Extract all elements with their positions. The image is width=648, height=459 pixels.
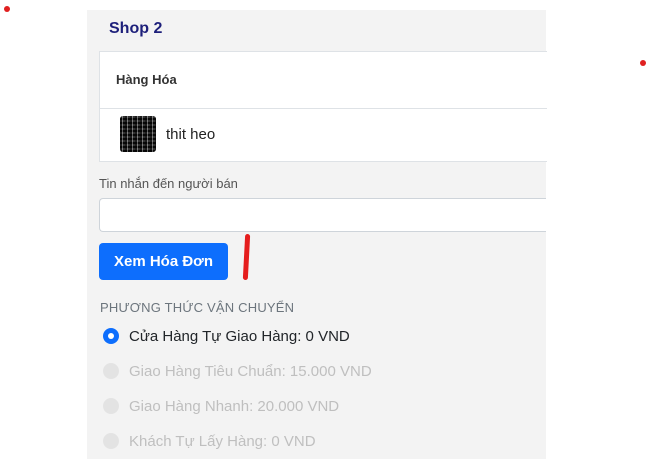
row-divider [100, 108, 547, 109]
message-label: Tin nhắn đến người bán [99, 176, 238, 191]
radio-disabled-icon [103, 433, 119, 449]
shipping-option-label: Khách Tự Lấy Hàng: 0 VND [129, 432, 316, 450]
product-name: thit heo [166, 126, 216, 143]
radio-disabled-icon [103, 363, 119, 379]
shipping-option-label: Giao Hàng Nhanh: 20.000 VND [129, 397, 340, 415]
shop-name: Shop 2 [109, 20, 163, 37]
shipping-option-store-delivery[interactable]: Cửa Hàng Tự Giao Hàng: 0 VND [103, 325, 350, 347]
view-invoice-button[interactable]: Xem Hóa Đơn [99, 243, 228, 280]
product-thumbnail-icon [120, 116, 156, 152]
radio-disabled-icon [103, 398, 119, 414]
product-table: Hàng Hóa thit heo [99, 51, 547, 162]
shipping-option-express: Giao Hàng Nhanh: 20.000 VND [103, 395, 339, 417]
shipping-option-label: Cửa Hàng Tự Giao Hàng: 0 VND [129, 327, 350, 345]
shipping-heading: PHƯƠNG THỨC VẬN CHUYỂN [100, 300, 295, 315]
shipping-option-pickup: Khách Tự Lấy Hàng: 0 VND [103, 430, 316, 452]
column-header-goods: Hàng Hóa [116, 72, 177, 87]
shipping-option-standard: Giao Hàng Tiêu Chuẩn: 15.000 VND [103, 360, 372, 382]
radio-checked-icon[interactable] [103, 328, 119, 344]
annotation-dot [4, 6, 10, 12]
shop-panel: Shop 2 Hàng Hóa thit heo Tin nhắn đến ng… [87, 10, 547, 459]
message-input[interactable] [99, 198, 546, 232]
annotation-dot [640, 60, 646, 66]
shipping-option-label: Giao Hàng Tiêu Chuẩn: 15.000 VND [129, 362, 372, 380]
